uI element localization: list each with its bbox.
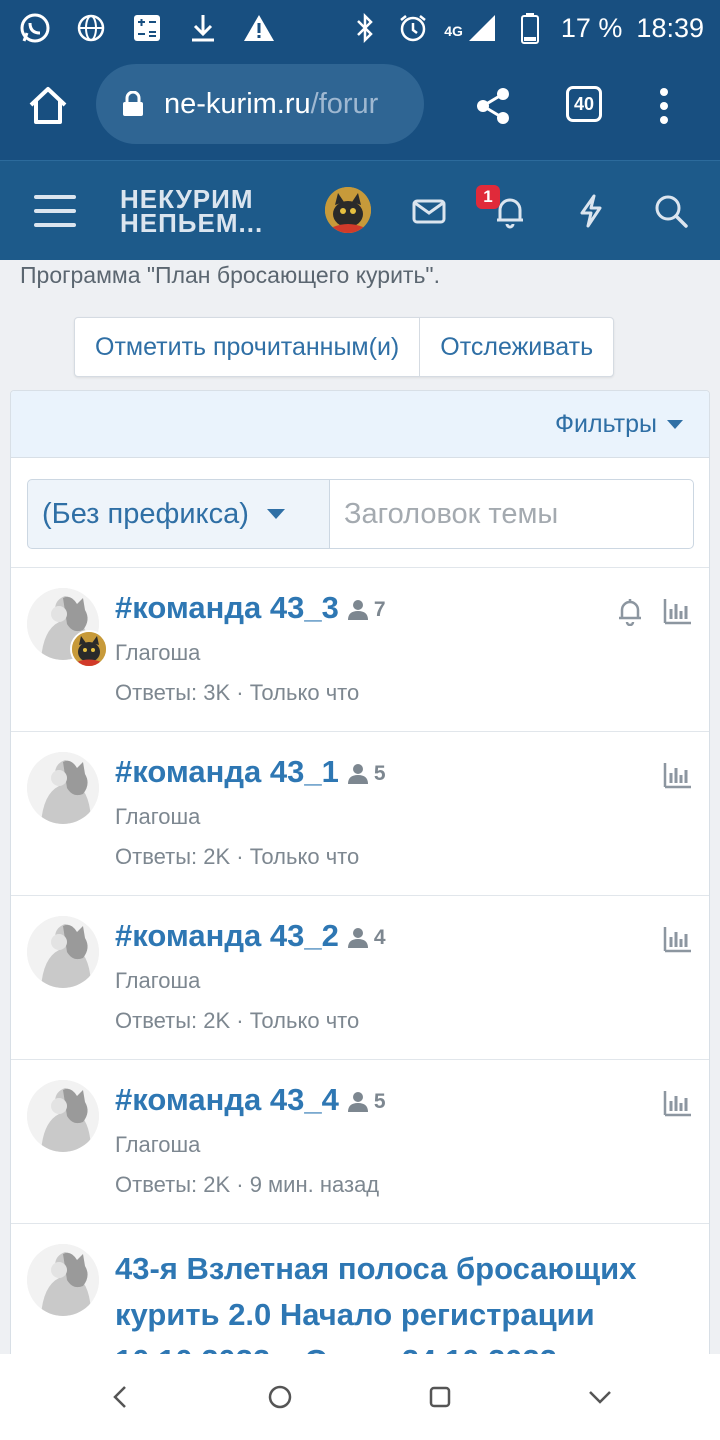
hide-keyboard-button[interactable] [582, 1379, 618, 1415]
forum-action-buttons: Отметить прочитанным(и) Отслеживать [74, 317, 615, 377]
status-bar: 4G 17 % 18:39 [0, 0, 720, 56]
thread-title-text: #команда 43_2 [115, 918, 339, 953]
participants-number: 5 [373, 761, 386, 785]
home-button[interactable] [26, 84, 70, 128]
download-icon [186, 11, 220, 45]
thread-meta: Ответы: 3K · Только что [115, 680, 360, 705]
user-icon [347, 599, 368, 620]
thread-row[interactable]: #команда 43_1 5 Глагоша Ответы: 2K · Толь… [11, 732, 709, 896]
battery-icon [513, 11, 547, 45]
thread-row[interactable]: 43-я Взлетная полоса бросающих курить 2.… [11, 1224, 709, 1359]
whatsapp-icon [18, 11, 52, 45]
author-avatar[interactable] [27, 752, 99, 824]
bluetooth-icon [348, 11, 382, 45]
author-avatar[interactable] [27, 916, 99, 988]
thread-author[interactable]: Глагоша [115, 804, 200, 830]
address-bar[interactable]: ne-kurim.ru/forur [96, 64, 424, 144]
prefix-select[interactable]: (Без префикса) [27, 479, 330, 549]
thread-row[interactable]: #команда 43_2 4 Глагоша Ответы: 2K · Толь… [11, 896, 709, 1060]
share-button[interactable] [474, 86, 512, 126]
author-avatar[interactable] [27, 1244, 99, 1316]
thread-list-block: Фильтры (Без префикса) #команда 43_3 7 Гл… [10, 390, 710, 1360]
participants-count: 5 [347, 1090, 386, 1114]
back-button[interactable] [102, 1379, 138, 1415]
logo-line2: НЕПЬЕМ... [120, 208, 264, 238]
participants-count: 5 [347, 762, 386, 786]
inbox-icon[interactable] [411, 193, 447, 229]
last-poster-avatar[interactable] [70, 630, 108, 668]
system-nav-bar [0, 1354, 720, 1440]
site-header: НЕКУРИМ НЕПЬЕМ... 1 [0, 160, 720, 260]
user-icon [347, 927, 368, 948]
thread-meta: Ответы: 2K · Только что [115, 844, 360, 869]
url-text: ne-kurim.ru/forur [164, 88, 378, 121]
thread-row[interactable]: #команда 43_3 7 Глагоша Ответы: 3K · Толь… [11, 568, 709, 732]
thread-title[interactable]: #команда 43_3 7 [115, 590, 386, 626]
chevron-down-icon [266, 509, 285, 519]
user-avatar[interactable] [325, 187, 371, 233]
network-type: 4G [444, 23, 463, 39]
thread-title-input[interactable] [329, 479, 694, 549]
thread-title-text: #команда 43_3 [115, 590, 339, 625]
bar-chart-icon [663, 763, 691, 789]
calculator-icon [130, 11, 164, 45]
bell-icon [619, 599, 641, 626]
forum-description: Программа "План бросающего курить". [20, 262, 440, 288]
quick-thread-form: (Без префикса) [11, 458, 709, 568]
signal-icon [465, 11, 499, 45]
participants-number: 7 [373, 597, 386, 621]
thread-title[interactable]: #команда 43_2 4 [115, 918, 386, 954]
more-menu-button[interactable] [652, 86, 676, 126]
participants-number: 5 [373, 1089, 386, 1113]
clock: 18:39 [636, 12, 704, 43]
hamburger-menu-button[interactable] [34, 194, 76, 228]
bar-chart-icon [663, 599, 691, 625]
thread-title[interactable]: #команда 43_4 5 [115, 1082, 386, 1118]
bar-chart-icon [663, 1091, 691, 1117]
url-domain: ne-kurim.ru [164, 87, 311, 120]
thread-author[interactable]: Глагоша [115, 640, 200, 666]
url-path: /forur [310, 87, 379, 120]
thread-author[interactable]: Глагоша [115, 968, 200, 994]
filter-bar: Фильтры [11, 391, 709, 458]
author-avatar[interactable] [27, 1080, 99, 1152]
tab-switcher-button[interactable]: 40 [566, 86, 602, 122]
participants-number: 4 [373, 925, 386, 949]
thread-meta: Ответы: 2K · Только что [115, 1008, 360, 1033]
thread-title-text: #команда 43_4 [115, 1082, 339, 1117]
thread-title[interactable]: 43-я Взлетная полоса бросающих курить 2.… [115, 1246, 685, 1359]
mark-read-button[interactable]: Отметить прочитанным(и) [75, 318, 419, 376]
bar-chart-icon [663, 927, 691, 953]
alarm-icon [396, 11, 430, 45]
participants-count: 7 [347, 598, 386, 622]
thread-meta: Ответы: 2K · 9 мин. назад [115, 1172, 380, 1197]
lightning-icon[interactable] [573, 193, 609, 229]
chevron-down-icon [667, 419, 683, 429]
browser-toolbar: ne-kurim.ru/forur 40 [0, 56, 720, 160]
user-icon [347, 763, 368, 784]
thread-author[interactable]: Глагоша [115, 1132, 200, 1158]
prefix-select-value: (Без префикса) [42, 497, 249, 530]
thread-title[interactable]: #команда 43_1 5 [115, 754, 386, 790]
battery-level: 17 % [560, 12, 623, 43]
watch-button[interactable]: Отслеживать [419, 318, 613, 376]
warning-icon [242, 11, 276, 45]
thread-status-icons [663, 1088, 693, 1118]
thread-title-text: #команда 43_1 [115, 754, 339, 789]
filters-button[interactable]: Фильтры [555, 410, 657, 439]
lock-icon [123, 91, 143, 116]
recents-button[interactable] [422, 1379, 458, 1415]
home-nav-button[interactable] [262, 1379, 298, 1415]
thread-status-icons [663, 924, 693, 954]
user-icon [347, 1091, 368, 1112]
participants-count: 4 [347, 926, 386, 950]
site-logo[interactable]: НЕКУРИМ НЕПЬЕМ... [120, 186, 264, 238]
thread-status-icons [663, 760, 693, 790]
search-icon[interactable] [653, 193, 689, 229]
alerts-badge: 1 [476, 185, 500, 209]
globe-icon [74, 11, 108, 45]
thread-status-icons [615, 596, 693, 626]
thread-row[interactable]: #команда 43_4 5 Глагоша Ответы: 2K · 9 ми… [11, 1060, 709, 1224]
